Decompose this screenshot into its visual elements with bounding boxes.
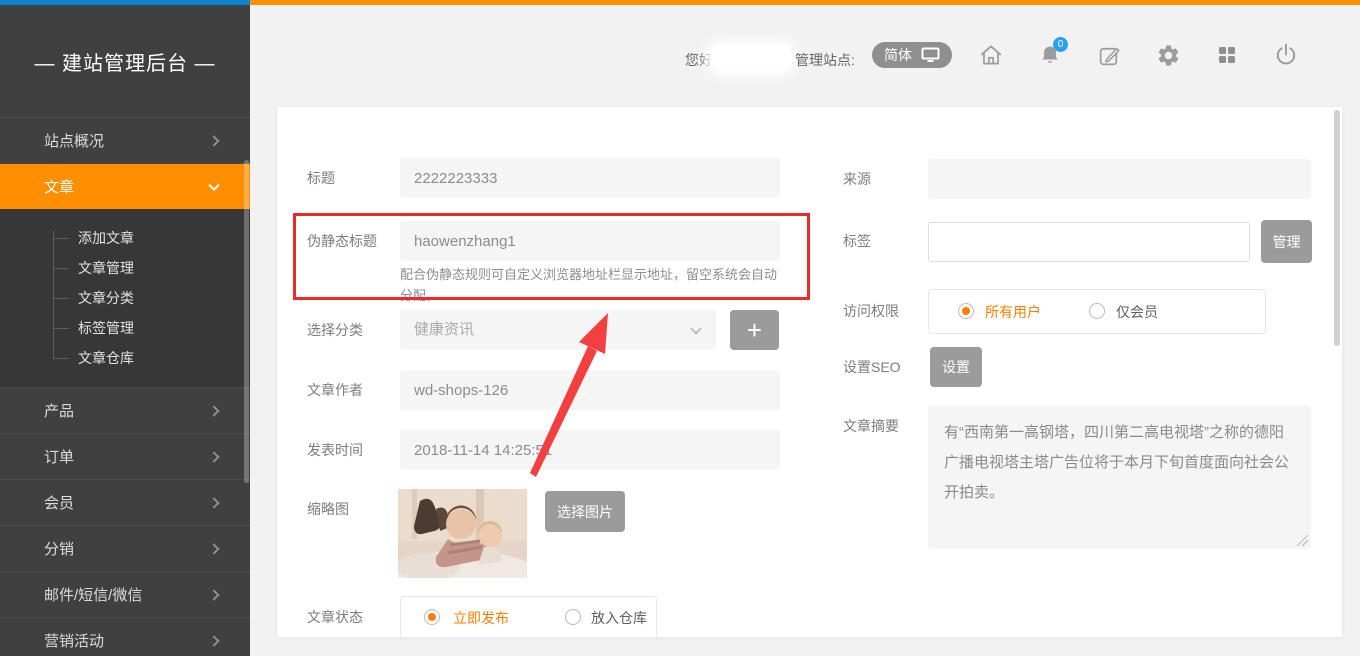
chevron-right-icon [208, 589, 219, 600]
power-icon [1273, 42, 1299, 68]
sidebar-item-product[interactable]: 产品 [0, 387, 250, 433]
access-all-users-label[interactable]: 所有用户 [985, 303, 1041, 321]
sidebar-item-label: 站点概况 [44, 130, 104, 151]
notifications-button[interactable]: 0 [1037, 39, 1063, 71]
app-logo-title: — 建站管理后台 — [0, 5, 250, 117]
sidebar-item-article-manage[interactable]: 文章管理 [0, 253, 250, 283]
manage-tags-button[interactable]: 管理 [1261, 220, 1312, 263]
chevron-right-icon [208, 451, 219, 462]
apps-grid-icon [1215, 43, 1239, 67]
sidebar-item-site-overview[interactable]: 站点概况 [0, 117, 250, 163]
monitor-icon [921, 47, 940, 63]
sidebar-item-label: 文章 [44, 176, 74, 197]
thumbnail-image [398, 489, 527, 578]
sidebar-item-article[interactable]: 文章 [0, 163, 250, 209]
greeting-text: 您好 [685, 47, 713, 73]
sidebar-item-label: 产品 [44, 400, 74, 421]
article-edit-panel: 标题 伪静态标题 配合伪静态规则可自定义浏览器地址栏显示地址，留空系统会自动分配… [277, 107, 1342, 637]
apps-button[interactable] [1214, 39, 1240, 71]
chevron-right-icon [208, 543, 219, 554]
status-warehouse-label[interactable]: 放入仓库 [591, 609, 647, 627]
tags-input[interactable] [928, 222, 1250, 262]
sidebar-item-label: 分销 [44, 538, 74, 559]
title-label: 标题 [307, 158, 335, 198]
language-site-button[interactable]: 简体 [872, 42, 952, 68]
tags-label: 标签 [843, 221, 871, 261]
sidebar-scrollbar-thumb[interactable] [244, 160, 249, 483]
sidebar-item-add-article[interactable]: 添加文章 [0, 223, 250, 253]
sidebar-article-submenu: 添加文章 文章管理 文章分类 标签管理 文章仓库 [0, 209, 250, 387]
add-category-button[interactable]: + [730, 310, 779, 350]
slug-label: 伪静态标题 [307, 221, 377, 261]
title-input[interactable] [400, 158, 780, 198]
settings-icon [1156, 43, 1181, 68]
sidebar-item-member[interactable]: 会员 [0, 479, 250, 525]
category-selected-value: 健康资讯 [414, 321, 474, 338]
access-members-only-radio[interactable] [1089, 303, 1105, 319]
home-icon [978, 42, 1004, 68]
slug-help-text: 配合伪静态规则可自定义浏览器地址栏显示地址，留空系统会自动分配。 [400, 264, 788, 306]
seo-settings-button[interactable]: 设置 [930, 347, 982, 387]
source-input[interactable] [928, 159, 1311, 199]
sidebar-item-tag-manage[interactable]: 标签管理 [0, 313, 250, 343]
language-label: 简体 [884, 45, 912, 65]
publish-time-label: 发表时间 [307, 430, 363, 470]
sidebar-item-article-category[interactable]: 文章分类 [0, 283, 250, 313]
chevron-right-icon [208, 135, 219, 146]
logout-button[interactable] [1273, 39, 1299, 71]
author-label: 文章作者 [307, 370, 363, 410]
access-members-only-label[interactable]: 仅会员 [1116, 303, 1158, 321]
slug-input[interactable] [400, 221, 780, 261]
compose-button[interactable] [1096, 39, 1122, 71]
seo-label: 设置SEO [843, 347, 901, 387]
username-redacted [710, 45, 792, 71]
chevron-right-icon [208, 635, 219, 646]
status-label: 文章状态 [307, 597, 363, 637]
access-all-users-radio[interactable] [958, 303, 974, 319]
home-button[interactable] [978, 39, 1004, 71]
sidebar-item-marketing[interactable]: 营销活动 [0, 617, 250, 656]
sidebar-item-label: 会员 [44, 492, 74, 513]
status-publish-radio[interactable] [424, 609, 440, 625]
sidebar-item-distribution[interactable]: 分销 [0, 525, 250, 571]
category-label: 选择分类 [307, 310, 363, 350]
sidebar: — 建站管理后台 — 站点概况 文章 添加文章 文章管理 文章分类 标签管理 文… [0, 5, 250, 656]
chevron-right-icon [208, 497, 219, 508]
status-warehouse-radio[interactable] [565, 609, 581, 625]
sidebar-item-label: 营销活动 [44, 630, 104, 651]
sidebar-item-label: 订单 [44, 446, 74, 467]
source-label: 来源 [843, 159, 871, 199]
summary-label: 文章摘要 [843, 406, 899, 446]
thumbnail-photo [398, 489, 527, 578]
summary-textarea[interactable] [928, 406, 1311, 549]
access-label: 访问权限 [843, 291, 899, 331]
sidebar-item-article-warehouse[interactable]: 文章仓库 [0, 343, 250, 373]
chevron-right-icon [208, 405, 219, 416]
chevron-down-icon [208, 179, 219, 190]
settings-button[interactable] [1155, 39, 1181, 71]
sidebar-item-order[interactable]: 订单 [0, 433, 250, 479]
thumbnail-label: 缩略图 [307, 489, 349, 529]
sidebar-item-label: 邮件/短信/微信 [44, 584, 142, 605]
notification-badge: 0 [1053, 37, 1068, 52]
header: 您好 管理站点: 简体 0 [250, 5, 1360, 105]
publish-time-input[interactable] [400, 430, 780, 470]
category-select[interactable]: 健康资讯 [400, 310, 716, 350]
page-scrollbar-thumb[interactable] [1334, 110, 1340, 346]
status-publish-label[interactable]: 立即发布 [453, 609, 509, 627]
header-icon-bar: 0 [978, 39, 1299, 71]
choose-image-button[interactable]: 选择图片 [545, 491, 625, 532]
chevron-down-icon [690, 323, 701, 334]
manage-site-label: 管理站点: [795, 47, 855, 73]
author-input[interactable] [400, 370, 780, 410]
textarea-resize-handle[interactable] [1297, 535, 1308, 546]
compose-icon [1097, 43, 1122, 68]
sidebar-item-mail-sms-wechat[interactable]: 邮件/短信/微信 [0, 571, 250, 617]
